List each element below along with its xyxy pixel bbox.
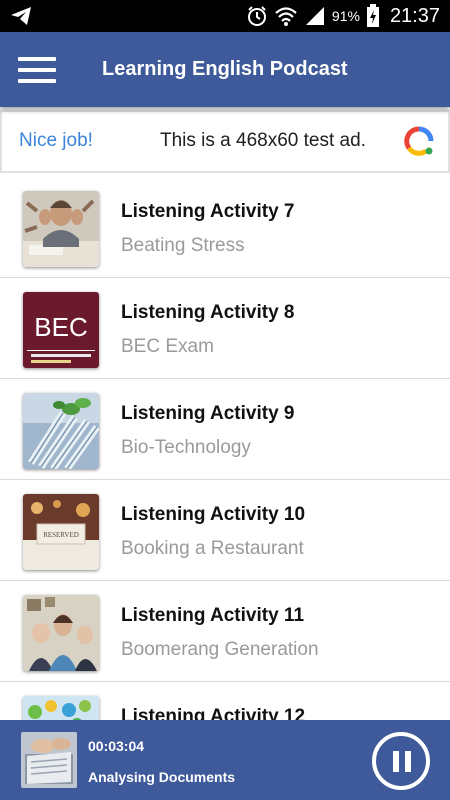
episode-thumbnail: RESERVED	[23, 494, 99, 570]
ad-banner[interactable]: Nice job! This is a 468x60 test ad.	[0, 110, 450, 173]
alarm-icon	[247, 6, 266, 26]
now-playing-bar[interactable]: 00:03:04 Analysing Documents	[0, 720, 450, 800]
signal-icon	[305, 7, 324, 25]
episode-thumbnail	[23, 595, 99, 671]
elapsed-time: 00:03:04	[88, 738, 145, 754]
ad-label: Nice job!	[19, 130, 93, 151]
admob-logo-icon	[404, 126, 434, 156]
battery-icon	[366, 4, 379, 27]
list-item[interactable]: RESERVED Listening Activity 10 Booking a…	[0, 480, 450, 581]
episode-title: Listening Activity 8	[121, 302, 295, 323]
episode-title: Listening Activity 11	[121, 605, 305, 626]
list-item[interactable]: Listening Activity 11 Boomerang Generati…	[0, 581, 450, 682]
now-playing-title: Analysing Documents	[88, 769, 236, 785]
episode-subtitle: Booking a Restaurant	[121, 538, 304, 559]
episode-subtitle: Boomerang Generation	[121, 639, 319, 660]
bec-logo-text: BEC	[34, 312, 87, 342]
wifi-icon	[275, 7, 297, 26]
now-playing-thumbnail	[21, 732, 77, 788]
app-bar: Learning English Podcast	[0, 32, 450, 107]
episode-thumbnail: BEC	[23, 292, 99, 368]
clock: 21:37	[389, 4, 440, 27]
list-item[interactable]: BEC Listening Activity 8 BEC Exam	[0, 278, 450, 379]
episode-subtitle: Bio-Technology	[121, 437, 251, 458]
list-item[interactable]: Listening Activity 7 Beating Stress	[0, 177, 450, 278]
episode-subtitle: BEC Exam	[121, 336, 214, 357]
reserved-sign-text: RESERVED	[43, 531, 79, 539]
app-title: Learning English Podcast	[102, 58, 348, 80]
telegram-icon	[11, 7, 31, 25]
hamburger-menu-icon[interactable]	[18, 57, 56, 83]
episode-thumbnail	[23, 393, 99, 469]
episode-subtitle: Beating Stress	[121, 235, 245, 256]
battery-percent: 91%	[331, 8, 360, 24]
ad-text: This is a 468x60 test ad.	[160, 130, 366, 151]
episode-thumbnail	[23, 191, 99, 267]
episode-title: Listening Activity 9	[121, 403, 295, 424]
episode-title: Listening Activity 10	[121, 504, 306, 525]
status-bar: 91% 21:37	[0, 0, 450, 32]
list-item[interactable]: Listening Activity 9 Bio-Technology	[0, 379, 450, 480]
episode-title: Listening Activity 7	[121, 201, 295, 222]
episode-list: Listening Activity 7 Beating Stress BEC …	[0, 177, 450, 783]
pause-icon[interactable]	[372, 732, 430, 790]
